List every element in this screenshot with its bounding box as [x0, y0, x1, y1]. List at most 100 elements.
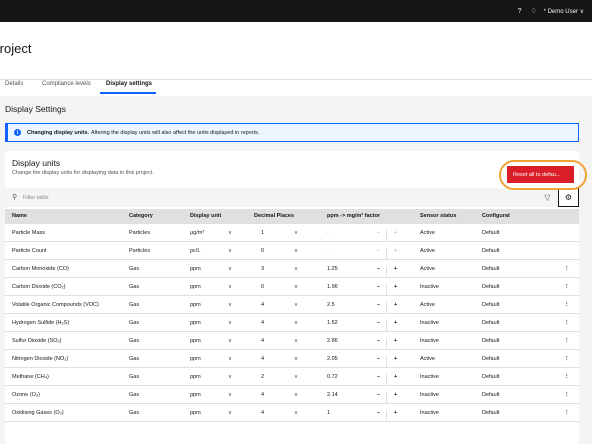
decrement-button[interactable]: –	[377, 230, 380, 236]
row-decimal-places[interactable]: 0	[261, 248, 264, 254]
chevron-down-icon[interactable]: ∨	[294, 230, 298, 236]
row-display-unit[interactable]: ppm	[190, 410, 201, 416]
row-display-unit[interactable]: ppm	[190, 302, 201, 308]
filter-icon[interactable]: ▽	[538, 188, 557, 207]
row-decimal-places[interactable]: 4	[261, 410, 264, 416]
row-decimal-places[interactable]: 3	[261, 266, 264, 272]
chevron-down-icon[interactable]: ∨	[228, 338, 232, 344]
decrement-button[interactable]: –	[377, 302, 380, 308]
decrement-button[interactable]: –	[377, 338, 380, 344]
increment-button[interactable]: +	[394, 266, 397, 272]
row-decimal-places[interactable]: 2	[261, 374, 264, 380]
row-display-unit[interactable]: ppm	[190, 266, 201, 272]
row-factor[interactable]: -	[327, 230, 329, 236]
decrement-button[interactable]: –	[377, 392, 380, 398]
overflow-menu-icon[interactable]: ⋮	[564, 410, 570, 416]
increment-button[interactable]: +	[394, 410, 397, 416]
row-factor[interactable]: 2.86	[327, 338, 338, 344]
increment-button[interactable]: +	[394, 248, 397, 254]
increment-button[interactable]: +	[394, 302, 397, 308]
help-icon[interactable]: ?	[516, 7, 524, 15]
row-decimal-places[interactable]: 4	[261, 356, 264, 362]
chevron-down-icon[interactable]: ∨	[294, 320, 298, 326]
overflow-menu-icon[interactable]: ⋮	[564, 338, 570, 344]
decrement-button[interactable]: –	[377, 374, 380, 380]
chevron-down-icon[interactable]: ∨	[294, 248, 298, 254]
chevron-down-icon[interactable]: ∨	[228, 230, 232, 236]
increment-button[interactable]: +	[394, 374, 397, 380]
chevron-down-icon[interactable]: ∨	[228, 410, 232, 416]
row-display-unit[interactable]: ppm	[190, 338, 201, 344]
increment-button[interactable]: +	[394, 356, 397, 362]
filter-table-input[interactable]	[23, 191, 323, 204]
chevron-down-icon[interactable]: ∨	[294, 410, 298, 416]
header-sensor-status[interactable]: Sensor status	[420, 213, 456, 219]
header-name[interactable]: Name	[12, 213, 27, 219]
row-display-unit[interactable]: ppm	[190, 356, 201, 362]
row-factor[interactable]: 1	[327, 410, 330, 416]
row-factor[interactable]: 2.5	[327, 302, 335, 308]
decrement-button[interactable]: –	[377, 356, 380, 362]
header-display-unit[interactable]: Display unit	[190, 213, 221, 219]
chevron-down-icon[interactable]: ∨	[228, 248, 232, 254]
chevron-down-icon[interactable]: ∨	[294, 284, 298, 290]
chevron-down-icon[interactable]: ∨	[228, 392, 232, 398]
overflow-menu-icon[interactable]: ⋮	[564, 320, 570, 326]
row-display-unit[interactable]: ppm	[190, 320, 201, 326]
row-display-unit[interactable]: pc/L	[190, 248, 200, 254]
chevron-down-icon[interactable]: ∨	[294, 302, 298, 308]
row-decimal-places[interactable]: 4	[261, 302, 264, 308]
row-display-unit[interactable]: ppm	[190, 284, 201, 290]
decrement-button[interactable]: –	[377, 320, 380, 326]
chevron-down-icon[interactable]: ∨	[228, 302, 232, 308]
header-factor[interactable]: ppm -> mg/m³ factor	[327, 213, 380, 219]
row-display-unit[interactable]: µg/m³	[190, 230, 204, 236]
notifications-icon[interactable]: ♢	[530, 7, 538, 15]
row-factor[interactable]: 2.14	[327, 392, 338, 398]
decrement-button[interactable]: –	[377, 284, 380, 290]
increment-button[interactable]: +	[394, 230, 397, 236]
header-category[interactable]: Category	[129, 213, 153, 219]
row-factor[interactable]: 1.52	[327, 320, 338, 326]
header-configuration[interactable]: Configurat	[482, 213, 510, 219]
chevron-down-icon[interactable]: ∨	[228, 266, 232, 272]
decrement-button[interactable]: –	[377, 266, 380, 272]
reset-all-to-default-button[interactable]: Reset all to defau...	[507, 166, 574, 183]
chevron-down-icon[interactable]: ∨	[294, 392, 298, 398]
overflow-menu-icon[interactable]: ⋮	[564, 374, 570, 380]
row-display-unit[interactable]: ppm	[190, 392, 201, 398]
increment-button[interactable]: +	[394, 392, 397, 398]
row-factor[interactable]: 2.05	[327, 356, 338, 362]
chevron-down-icon[interactable]: ∨	[228, 374, 232, 380]
row-decimal-places[interactable]: 4	[261, 338, 264, 344]
chevron-down-icon[interactable]: ∨	[294, 356, 298, 362]
overflow-menu-icon[interactable]: ⋮	[564, 266, 570, 272]
row-decimal-places[interactable]: 1	[261, 230, 264, 236]
tab-compliance-levels[interactable]: Compliance levels	[42, 80, 91, 94]
chevron-down-icon[interactable]: ∨	[294, 374, 298, 380]
overflow-menu-icon[interactable]: ⋮	[564, 356, 570, 362]
decrement-button[interactable]: –	[377, 410, 380, 416]
row-decimal-places[interactable]: 4	[261, 392, 264, 398]
overflow-menu-icon[interactable]: ⋮	[564, 302, 570, 308]
row-factor[interactable]: 0.72	[327, 374, 338, 380]
row-factor[interactable]: 1.25	[327, 266, 338, 272]
row-factor[interactable]: 1.96	[327, 284, 338, 290]
chevron-down-icon[interactable]: ∨	[228, 356, 232, 362]
tab-details[interactable]: Details	[5, 80, 23, 94]
increment-button[interactable]: +	[394, 320, 397, 326]
row-decimal-places[interactable]: 4	[261, 320, 264, 326]
increment-button[interactable]: +	[394, 284, 397, 290]
user-menu[interactable]: * Demo User ∨	[544, 8, 584, 15]
row-decimal-places[interactable]: 0	[261, 284, 264, 290]
decrement-button[interactable]: –	[377, 248, 380, 254]
chevron-down-icon[interactable]: ∨	[228, 320, 232, 326]
overflow-menu-icon[interactable]: ⋮	[564, 284, 570, 290]
row-display-unit[interactable]: ppm	[190, 374, 201, 380]
increment-button[interactable]: +	[394, 338, 397, 344]
settings-gear-icon[interactable]: ⚙	[558, 188, 579, 207]
overflow-menu-icon[interactable]: ⋮	[564, 392, 570, 398]
header-decimal-places[interactable]: Decimal Places	[254, 213, 294, 219]
row-factor[interactable]: -	[327, 248, 329, 254]
chevron-down-icon[interactable]: ∨	[228, 284, 232, 290]
